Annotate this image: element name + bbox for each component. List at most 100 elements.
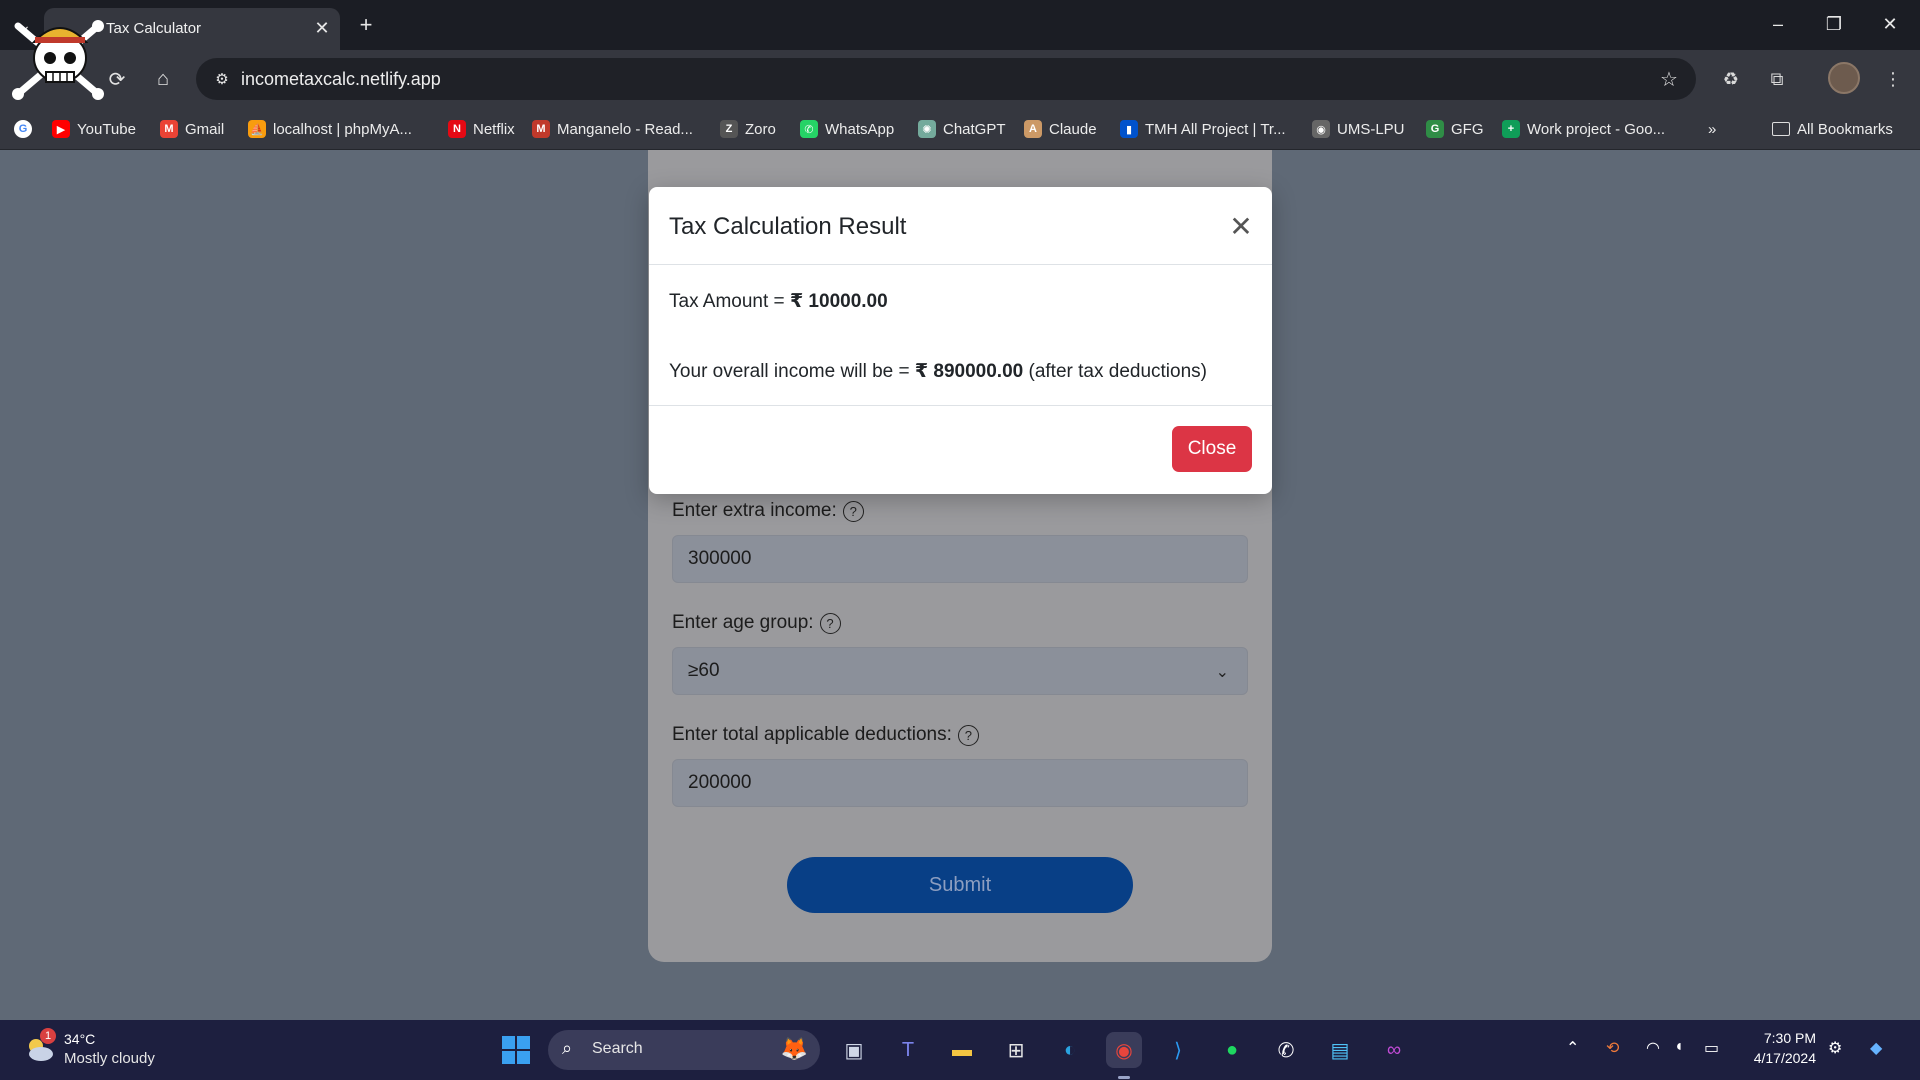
- age-group-label-text: Enter age group:: [672, 612, 814, 633]
- bookmark-item[interactable]: G GFG: [1426, 115, 1484, 143]
- bookmark-item[interactable]: M Manganelo - Read...: [532, 115, 693, 143]
- wifi-icon[interactable]: ◠: [1646, 1038, 1660, 1058]
- chatgpt-icon: ✺: [918, 120, 936, 138]
- copilot-icon[interactable]: ◆: [1870, 1038, 1882, 1058]
- tab-close-icon[interactable]: ✕: [310, 16, 334, 40]
- site-info-icon[interactable]: ⚙: [210, 68, 234, 90]
- file-explorer-icon[interactable]: ▬: [944, 1032, 980, 1068]
- bookmark-item[interactable]: Z Zoro: [720, 115, 776, 143]
- net-income-line: Your overall income will be = ₹ 890000.0…: [669, 360, 1207, 383]
- bookmark-item[interactable]: ✺ ChatGPT: [918, 115, 1006, 143]
- bookmark-item[interactable]: N Netflix: [448, 115, 515, 143]
- taskbar-search[interactable]: ⌕ Search 🦊: [548, 1030, 820, 1070]
- profile-avatar[interactable]: [1828, 62, 1860, 94]
- close-button[interactable]: Close: [1172, 426, 1252, 472]
- zoro-icon: Z: [720, 120, 738, 138]
- bookmark-label: Gmail: [185, 120, 225, 138]
- bookmarks-bar: G ▶ YouTube M Gmail ⛵ localhost | phpMyA... N N…: [0, 108, 1920, 150]
- edge-icon[interactable]: ◐: [1052, 1032, 1088, 1068]
- new-tab-button[interactable]: +: [352, 11, 380, 39]
- tax-result-modal: Tax Calculation Result ✕ Tax Amount = ₹ …: [649, 187, 1272, 494]
- sync-icon[interactable]: ⟲: [1606, 1038, 1619, 1058]
- browser-toolbar: ⟳ ⌂ ⚙ incometaxcalc.netlify.app ☆ ♻ ⧉ ⋮: [0, 50, 1920, 108]
- chrome-icon[interactable]: ◉: [1106, 1032, 1142, 1068]
- close-window-button[interactable]: ✕: [1870, 8, 1910, 40]
- help-icon[interactable]: ?: [842, 500, 864, 522]
- bookmark-label: Netflix: [473, 120, 515, 138]
- notification-settings-icon[interactable]: ⚙: [1828, 1038, 1842, 1058]
- notepad-icon[interactable]: ▤: [1322, 1032, 1358, 1068]
- bookmark-label: UMS-LPU: [1337, 120, 1405, 138]
- url-text[interactable]: incometaxcalc.netlify.app: [241, 69, 441, 90]
- whatsapp-taskbar-icon[interactable]: ✆: [1268, 1032, 1304, 1068]
- restore-button[interactable]: ❐: [1814, 8, 1854, 40]
- weather-description[interactable]: Mostly cloudy: [64, 1050, 155, 1067]
- net-income-suffix: (after tax deductions): [1023, 361, 1208, 382]
- windows-taskbar: 1 34°C Mostly cloudy ⌕ Search 🦊 ▣ T ▬ ⊞ …: [0, 1020, 1920, 1080]
- bookmark-label: Work project - Goo...: [1527, 120, 1666, 138]
- bookmark-item[interactable]: ⛵ localhost | phpMyA...: [248, 115, 412, 143]
- extensions-puzzle-icon[interactable]: ⧉: [1760, 62, 1794, 96]
- recycle-extension-icon[interactable]: ♻: [1714, 62, 1748, 96]
- bookmark-item[interactable]: A Claude: [1024, 115, 1097, 143]
- age-group-label: Enter age group: ?: [672, 612, 841, 634]
- spotify-icon[interactable]: ●: [1214, 1032, 1250, 1068]
- help-icon[interactable]: ?: [819, 612, 841, 634]
- submit-button[interactable]: Submit: [787, 857, 1133, 913]
- bookmark-item[interactable]: ▮ TMH All Project | Tr...: [1120, 115, 1286, 143]
- deductions-label-text: Enter total applicable deductions:: [672, 724, 952, 745]
- task-view-icon[interactable]: ▣: [836, 1032, 872, 1068]
- all-bookmarks-folder[interactable]: All Bookmarks: [1772, 115, 1893, 143]
- netflix-icon: N: [448, 120, 466, 138]
- google-bookmark[interactable]: G: [14, 115, 32, 143]
- modal-footer: Close: [649, 405, 1272, 494]
- copilot-app-icon[interactable]: ∞: [1376, 1032, 1412, 1068]
- home-icon[interactable]: ⌂: [146, 62, 180, 96]
- search-placeholder: Search: [592, 1040, 643, 1057]
- modal-header: Tax Calculation Result ✕: [649, 187, 1272, 265]
- bookmark-label: Claude: [1049, 120, 1097, 138]
- bookmark-item[interactable]: M Gmail: [160, 115, 224, 143]
- tax-amount-line: Tax Amount = ₹ 10000.00: [669, 290, 888, 313]
- more-bookmarks-icon[interactable]: »: [1708, 115, 1716, 143]
- youtube-icon: ▶: [52, 120, 70, 138]
- ums-icon: ◉: [1312, 120, 1330, 138]
- extra-income-input[interactable]: 300000: [672, 535, 1248, 583]
- all-bookmarks-label: All Bookmarks: [1797, 120, 1893, 138]
- net-income-label: Your overall income will be =: [669, 361, 915, 382]
- bookmark-label: localhost | phpMyA...: [273, 120, 412, 138]
- battery-icon[interactable]: ▭: [1704, 1038, 1719, 1058]
- close-icon[interactable]: ✕: [1226, 211, 1256, 242]
- tax-amount-label: Tax Amount =: [669, 291, 790, 312]
- gfg-icon: G: [1426, 120, 1444, 138]
- microsoft-store-icon[interactable]: ⊞: [998, 1032, 1034, 1068]
- clock-time[interactable]: 7:30 PM: [1760, 1030, 1816, 1046]
- minimize-button[interactable]: –: [1758, 8, 1798, 40]
- bookmark-item[interactable]: + Work project - Goo...: [1502, 115, 1665, 143]
- windows-start-icon[interactable]: [502, 1036, 530, 1064]
- age-group-select[interactable]: ≥60 ⌄: [672, 647, 1248, 695]
- browser-menu-icon[interactable]: ⋮: [1876, 62, 1910, 96]
- bookmark-label: Manganelo - Read...: [557, 120, 693, 138]
- sheets-icon: +: [1502, 120, 1520, 138]
- net-income-value: ₹ 890000.00: [914, 361, 1024, 382]
- deductions-input[interactable]: 200000: [672, 759, 1248, 807]
- folder-icon: [1772, 122, 1790, 136]
- volume-icon[interactable]: ◖: [1674, 1038, 1684, 1056]
- bookmark-star-icon[interactable]: ☆: [1656, 66, 1682, 92]
- chrome-active-indicator: [1118, 1076, 1130, 1079]
- weather-badge: 1: [40, 1028, 56, 1044]
- bookmark-item[interactable]: ◉ UMS-LPU: [1312, 115, 1405, 143]
- help-icon[interactable]: ?: [957, 724, 979, 746]
- bookmark-item[interactable]: ▶ YouTube: [52, 115, 136, 143]
- vscode-icon[interactable]: ⟩: [1160, 1032, 1196, 1068]
- clock-date[interactable]: 4/17/2024: [1736, 1050, 1816, 1066]
- weather-temperature[interactable]: 34°C: [64, 1031, 95, 1047]
- show-hidden-icons[interactable]: ⌃: [1566, 1038, 1579, 1058]
- bookmark-label: TMH All Project | Tr...: [1145, 120, 1286, 138]
- bookmark-item[interactable]: ✆ WhatsApp: [800, 115, 894, 143]
- teams-icon[interactable]: T: [890, 1032, 926, 1068]
- trello-icon: ▮: [1120, 120, 1138, 138]
- address-bar[interactable]: ⚙ incometaxcalc.netlify.app ☆: [196, 58, 1696, 100]
- bookmark-label: Zoro: [745, 120, 776, 138]
